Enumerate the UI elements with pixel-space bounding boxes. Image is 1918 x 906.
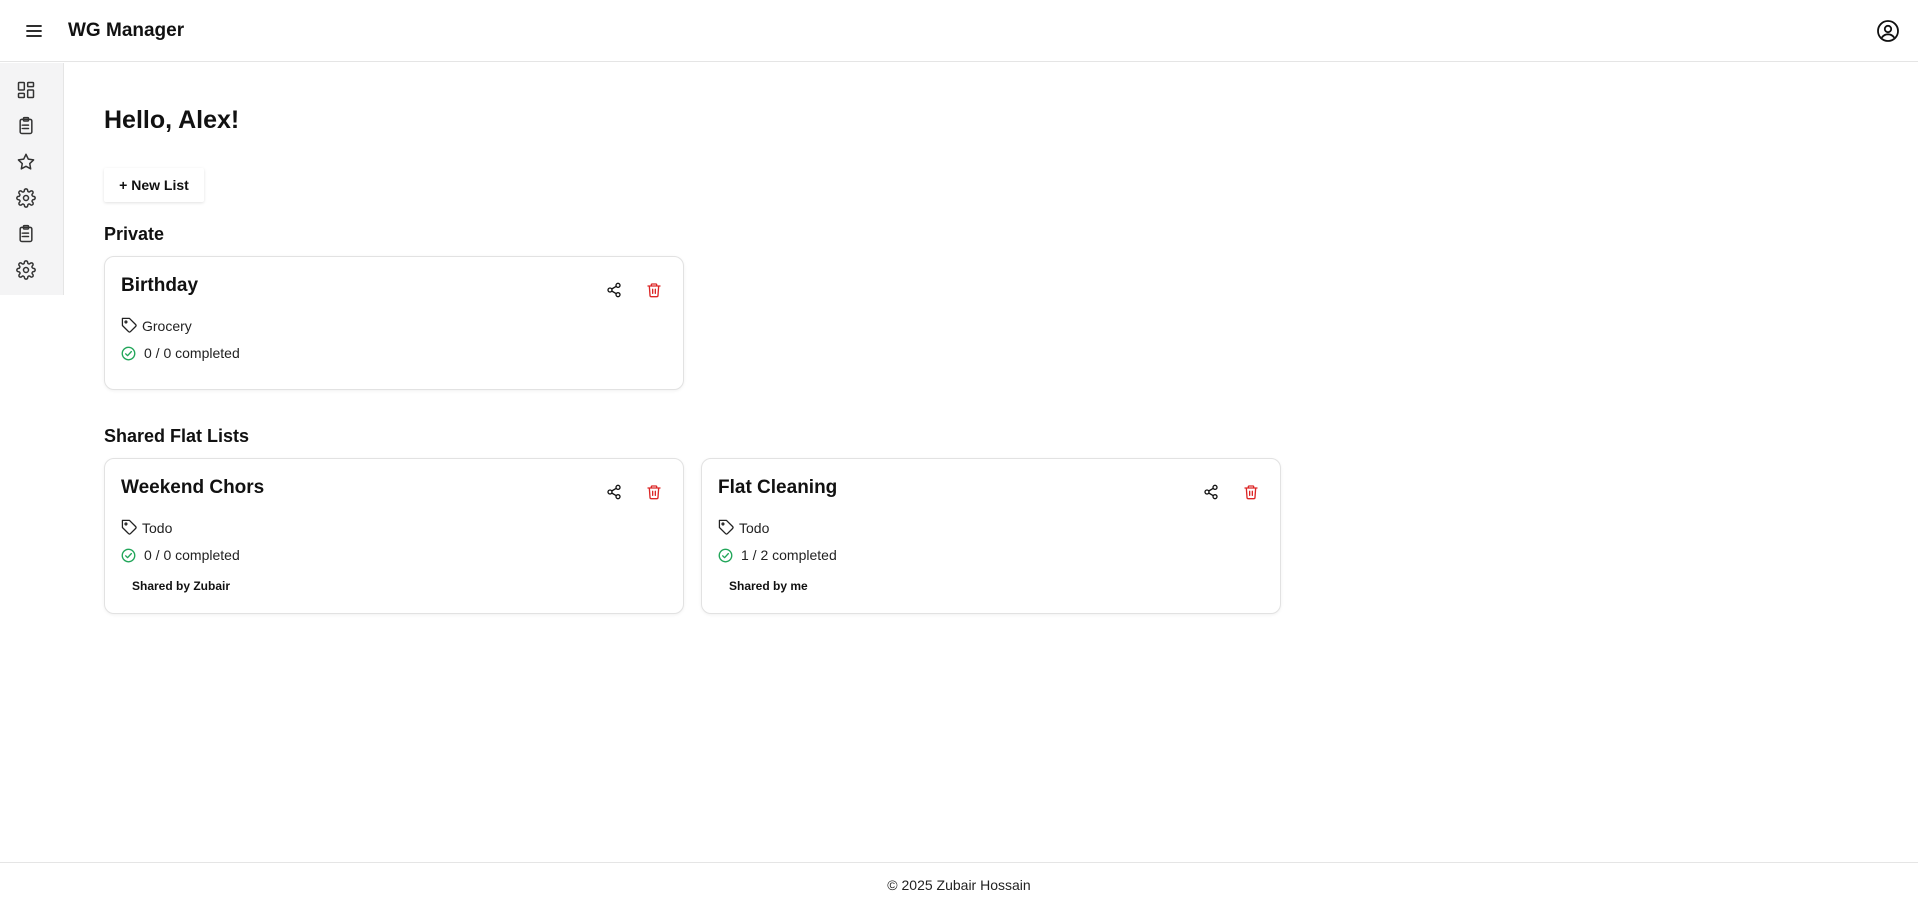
account-icon[interactable] — [1874, 17, 1902, 45]
card-progress-row: 0 / 0 completed — [121, 547, 240, 563]
card-tag: Todo — [739, 519, 770, 536]
sidebar — [0, 63, 64, 295]
card-tag: Todo — [142, 519, 173, 536]
share-icon[interactable] — [601, 479, 627, 505]
footer: © 2025 Zubair Hossain — [0, 862, 1918, 906]
clipboard-list-icon — [19, 116, 33, 135]
sidebar-item-settings[interactable] — [13, 185, 39, 211]
card-title: Birthday — [121, 275, 199, 296]
tag-icon — [121, 519, 137, 535]
clipboard-list-icon — [19, 224, 33, 243]
top-app-bar: WG Manager — [0, 0, 1918, 62]
trash-icon[interactable] — [641, 277, 667, 303]
card-progress-row: 0 / 0 completed — [121, 345, 240, 361]
tag-icon — [121, 317, 137, 333]
star-icon — [17, 153, 35, 170]
gear-icon — [16, 188, 36, 208]
dashboard-icon — [17, 81, 35, 99]
sidebar-item-lists[interactable] — [13, 113, 39, 139]
trash-icon[interactable] — [1238, 479, 1264, 505]
section-title-shared: Shared Flat Lists — [104, 426, 250, 446]
card-progress: 0 / 0 completed — [144, 345, 240, 361]
app-title: WG Manager — [68, 20, 185, 41]
check-circle-icon — [121, 346, 136, 360]
share-icon[interactable] — [1198, 479, 1224, 505]
card-tag-row: Grocery — [121, 317, 192, 334]
gear-icon — [16, 260, 36, 280]
card-progress: 1 / 2 completed — [741, 547, 837, 563]
new-list-button[interactable]: + New List — [104, 168, 204, 202]
greeting-heading: Hello, Alex! — [104, 106, 240, 134]
list-card-weekend-chors[interactable]: Weekend Chors Todo 0 / 0 completed Share… — [104, 458, 684, 614]
section-title-private: Private — [104, 224, 165, 244]
card-progress-row: 1 / 2 completed — [718, 547, 837, 563]
tag-icon — [718, 519, 734, 535]
shared-by-label: Shared by Zubair — [132, 579, 231, 593]
menu-icon[interactable] — [22, 19, 46, 43]
list-card-birthday[interactable]: Birthday Grocery 0 / 0 completed — [104, 256, 684, 390]
card-tag-row: Todo — [121, 519, 172, 536]
card-title: Flat Cleaning — [718, 477, 838, 498]
sidebar-item-favorites[interactable] — [13, 149, 39, 175]
card-title: Weekend Chors — [121, 477, 265, 498]
check-circle-icon — [718, 548, 733, 562]
footer-copyright: © 2025 Zubair Hossain — [887, 876, 1031, 893]
shared-by-label: Shared by me — [729, 579, 808, 593]
card-tag: Grocery — [142, 317, 192, 334]
share-icon[interactable] — [601, 277, 627, 303]
sidebar-item-lists-2[interactable] — [13, 221, 39, 247]
trash-icon[interactable] — [641, 479, 667, 505]
list-card-flat-cleaning[interactable]: Flat Cleaning Todo 1 / 2 completed Share… — [701, 458, 1281, 614]
card-progress: 0 / 0 completed — [144, 547, 240, 563]
card-tag-row: Todo — [718, 519, 769, 536]
check-circle-icon — [121, 548, 136, 562]
sidebar-item-settings-2[interactable] — [13, 257, 39, 283]
sidebar-item-dashboard[interactable] — [13, 77, 39, 103]
